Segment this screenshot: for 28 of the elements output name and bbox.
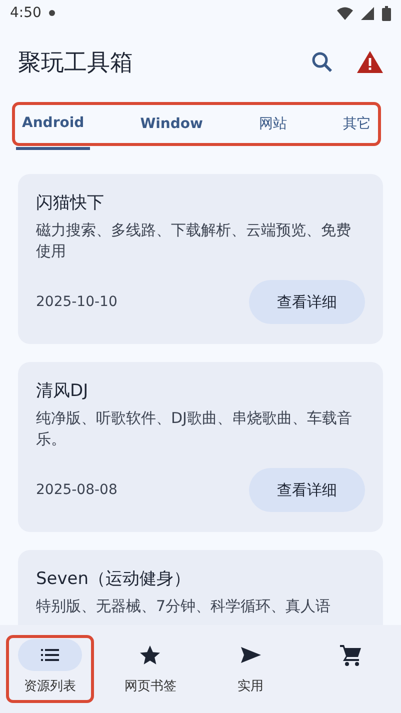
card-title: 清风DJ [36,380,90,402]
tab[interactable]: 网站 [252,98,293,150]
card-date: 2025-08-08 [36,482,118,498]
nav-label[interactable]: 实用 [238,677,264,695]
wifi-icon [337,6,353,20]
card-date: 2025-10-10 [36,294,118,310]
card-title: 闪猫快下 [36,192,105,214]
card-title: Seven（运动健身） [36,568,192,590]
details-button[interactable]: 查看详细 [249,468,365,512]
details-button[interactable]: 查看详细 [249,280,365,324]
search-icon[interactable] [311,51,333,73]
tab[interactable]: 其它 [337,98,377,150]
notification-dot-icon [49,10,56,16]
tab[interactable]: Android [16,98,90,150]
nav-icon-pill[interactable] [18,639,82,671]
cart-icon [338,643,363,667]
card-description: 磁力搜索、多线路、下载解析、云端预览、免费使用 [36,220,352,262]
nav-label[interactable]: 网页书签 [124,677,176,695]
warning-icon[interactable] [357,51,383,73]
star-icon [138,643,162,667]
signal-icon [361,6,374,20]
card-description: 特别版、无器械、7分钟、科学循环、真人语 [36,596,332,617]
battery-icon [382,6,391,20]
nav-label[interactable]: 资源列表 [24,677,76,695]
card-description: 纯净版、听歌软件、DJ歌曲、串烧歌曲、车载音乐。 [36,408,353,450]
app-title: 聚玩工具箱 [18,48,134,78]
status-time: 4:50 [10,5,42,21]
tab[interactable]: Window [134,98,209,150]
